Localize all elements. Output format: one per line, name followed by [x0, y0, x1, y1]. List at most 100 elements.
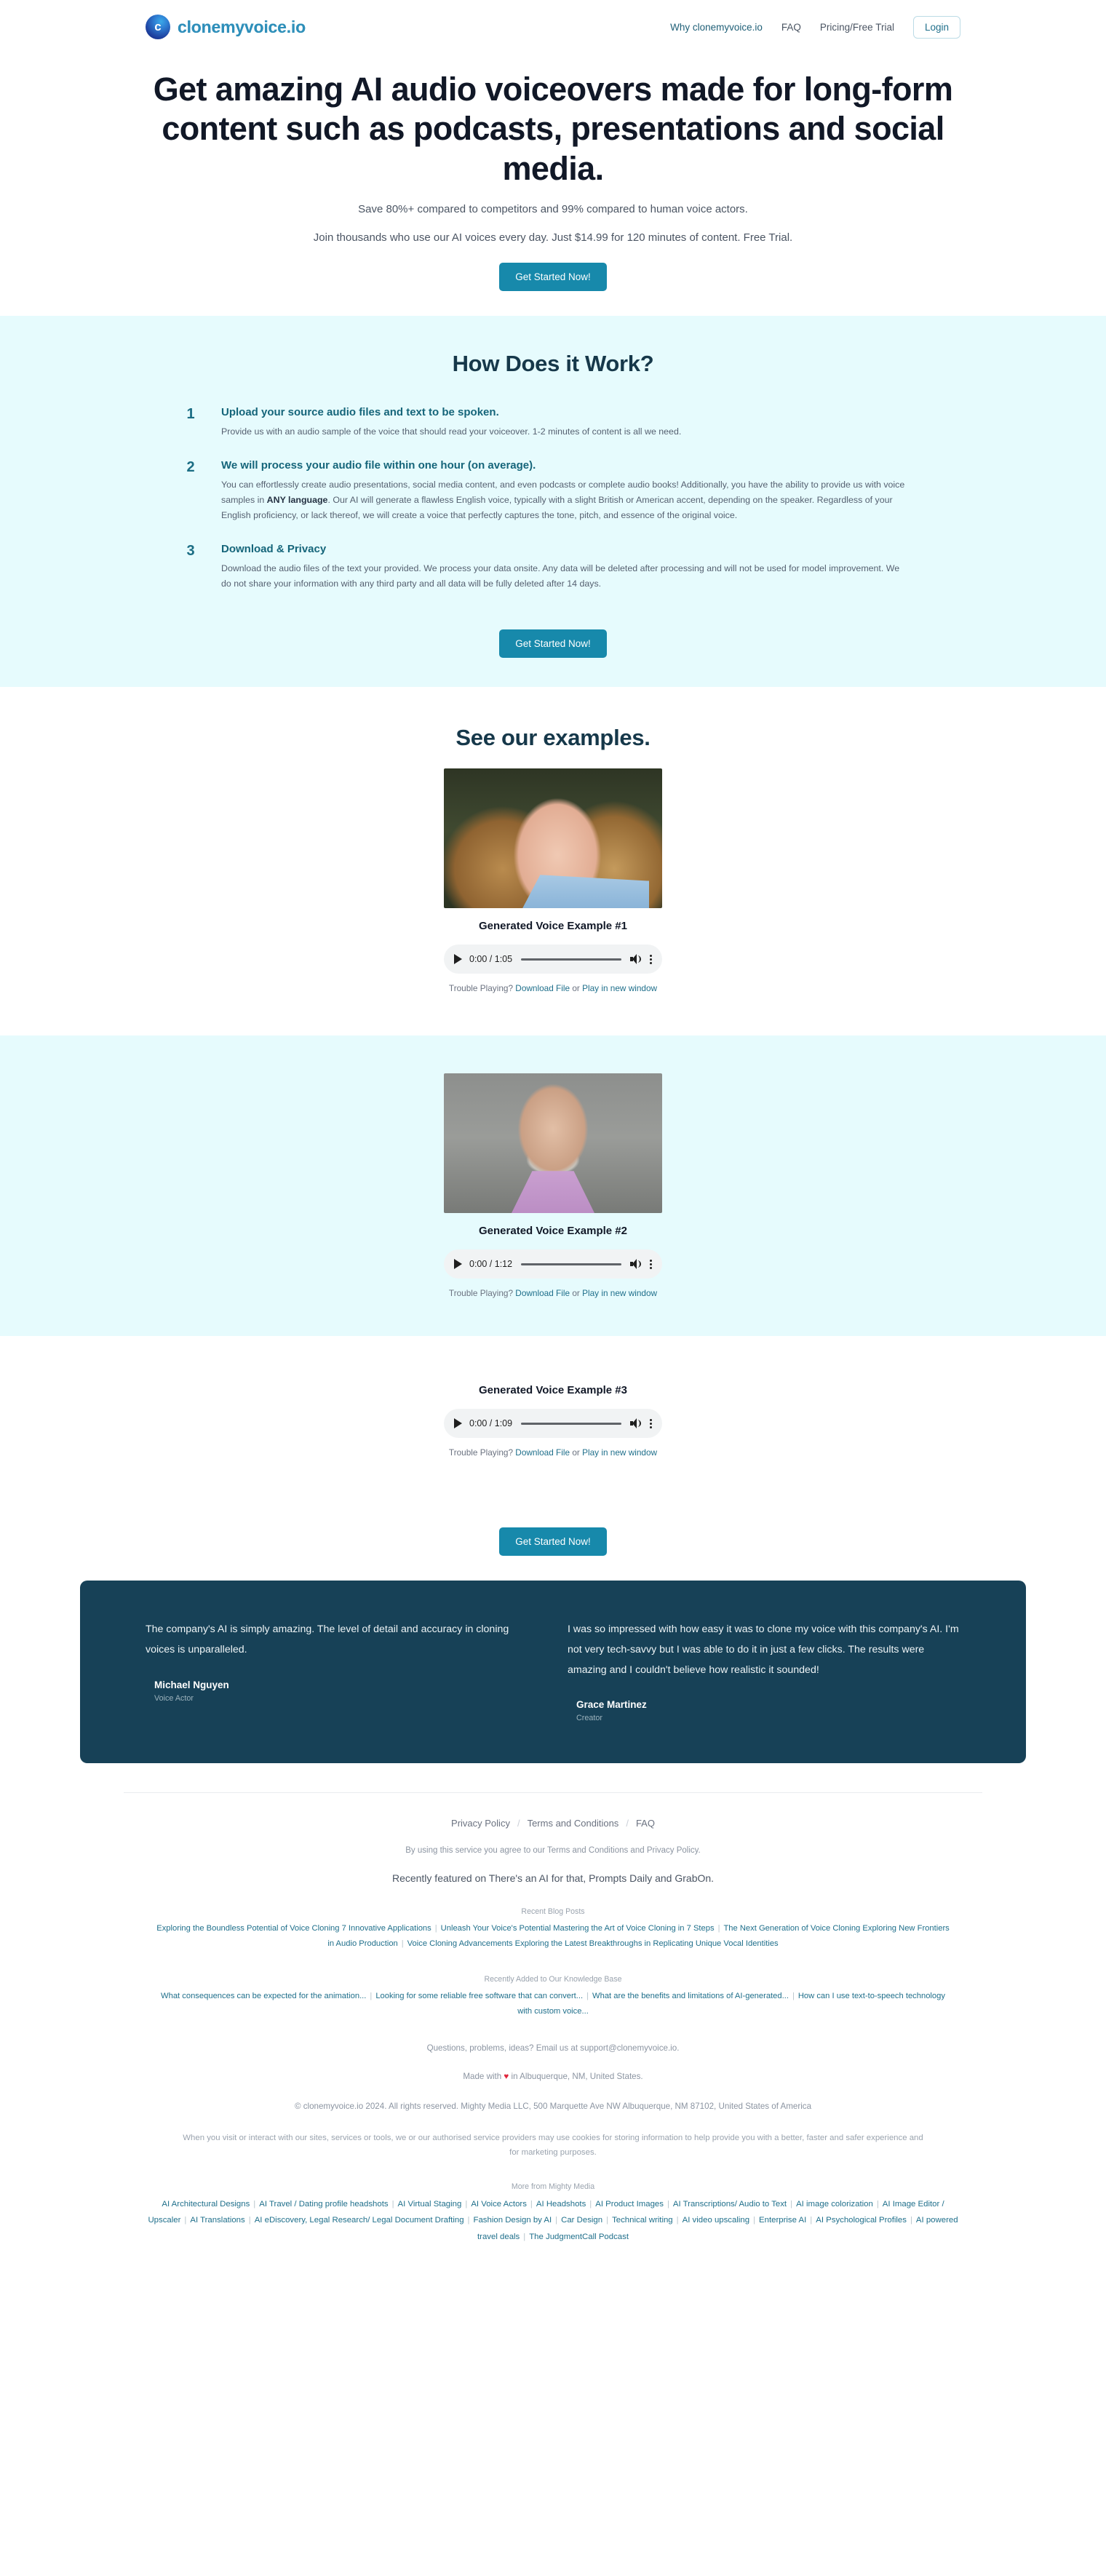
- more-link[interactable]: Car Design: [561, 2216, 602, 2225]
- play-icon[interactable]: [454, 1418, 462, 1429]
- volume-icon[interactable]: [630, 1259, 642, 1270]
- example-thumbnail-image: [444, 1073, 662, 1214]
- footer-sep: /: [517, 1818, 520, 1829]
- step-text-emphasis: ANY language: [266, 494, 328, 505]
- play-icon[interactable]: [454, 1259, 462, 1270]
- or-label: or: [570, 1288, 583, 1299]
- footer-more-title: More from Mighty Media: [511, 2182, 595, 2192]
- footer-more-links: AI Architectural Designs | AI Travel / Dat…: [148, 2200, 958, 2241]
- examples-cta-row: Get Started Now!: [0, 1487, 1106, 1581]
- blog-link[interactable]: Exploring the Boundless Potential of Voi…: [156, 1924, 431, 1933]
- step-title: Download & Privacy: [221, 542, 327, 555]
- step-number: 1: [186, 406, 195, 423]
- steps-list: 1 Upload your source audio files and tex…: [182, 406, 924, 592]
- more-options-icon[interactable]: [649, 1418, 652, 1428]
- footer-divider: [124, 1792, 982, 1794]
- testimonial-role: Voice Actor: [154, 1693, 194, 1703]
- step-item: 3 Download & Privacy Download the audio …: [182, 543, 924, 592]
- more-link[interactable]: AI Virtual Staging: [398, 2200, 462, 2209]
- play-new-window-link[interactable]: Play in new window: [582, 1288, 657, 1298]
- step-number: 2: [186, 458, 195, 475]
- hero-subtitle-savings: Save 80%+ compared to competitors and 99…: [358, 203, 748, 216]
- footer-link-terms[interactable]: Terms and Conditions: [528, 1818, 619, 1829]
- made-prefix: Made with: [463, 2072, 504, 2082]
- testimonial-card: The company's AI is simply amazing. The …: [146, 1620, 538, 1722]
- more-link[interactable]: Enterprise AI: [759, 2216, 806, 2225]
- volume-icon[interactable]: [630, 954, 642, 965]
- more-link[interactable]: AI eDiscovery, Legal Research/ Legal Doc…: [255, 2216, 464, 2225]
- more-link[interactable]: AI Voice Actors: [471, 2200, 527, 2209]
- example-label: Generated Voice Example #3: [479, 1384, 627, 1397]
- example-block-2: Generated Voice Example #2 0:00 / 1:12 T…: [0, 1035, 1106, 1337]
- footer-link-privacy[interactable]: Privacy Policy: [451, 1818, 510, 1829]
- example-label: Generated Voice Example #2: [479, 1225, 627, 1238]
- login-button[interactable]: Login: [912, 15, 960, 39]
- more-link[interactable]: AI Psychological Profiles: [816, 2216, 907, 2225]
- testimonial-author: Michael Nguyen: [154, 1679, 229, 1690]
- more-link[interactable]: AI video upscaling: [683, 2216, 749, 2225]
- download-file-link[interactable]: Download File: [515, 1288, 570, 1298]
- step-number: 3: [186, 542, 195, 559]
- audio-player[interactable]: 0:00 / 1:09: [444, 1409, 662, 1439]
- download-file-link[interactable]: Download File: [515, 1447, 570, 1458]
- audio-progress-slider[interactable]: [521, 958, 621, 961]
- more-options-icon[interactable]: [649, 1259, 652, 1269]
- more-options-icon[interactable]: [649, 954, 652, 964]
- nav-pricing[interactable]: Pricing/Free Trial: [820, 22, 894, 33]
- more-link[interactable]: Technical writing: [612, 2216, 673, 2225]
- testimonial-role: Creator: [576, 1714, 603, 1723]
- more-link[interactable]: The JudgmentCall Podcast: [529, 2233, 629, 2241]
- more-link[interactable]: AI image colorization: [796, 2200, 873, 2209]
- testimonial-quote: I was so impressed with how easy it was …: [568, 1623, 959, 1676]
- more-link[interactable]: AI Headshots: [536, 2200, 586, 2209]
- blog-link[interactable]: Unleash Your Voice's Potential Mastering…: [441, 1924, 715, 1933]
- more-link[interactable]: AI Product Images: [595, 2200, 664, 2209]
- nav-faq[interactable]: FAQ: [781, 22, 801, 33]
- step-title: Upload your source audio files and text …: [221, 406, 499, 419]
- footer-link-faq[interactable]: FAQ: [636, 1818, 655, 1829]
- audio-player[interactable]: 0:00 / 1:12: [444, 1249, 662, 1279]
- landing-page: clonemyvoice.io Why clonemyvoice.io FAQ …: [0, 0, 1106, 2274]
- footer-sep: /: [626, 1818, 629, 1829]
- how-it-works-title: How Does it Work?: [452, 351, 654, 377]
- footer-cookie-notice: When you visit or interact with our site…: [183, 2134, 923, 2158]
- hero-get-started-button[interactable]: Get Started Now!: [499, 263, 607, 292]
- site-footer: Privacy Policy / Terms and Conditions / FAQ …: [0, 1792, 1106, 2274]
- step-text-part: Download the audio files of the text you…: [221, 562, 900, 589]
- trouble-playing-row: Trouble Playing? Download File or Play i…: [0, 1288, 1106, 1298]
- hero-section: Get amazing AI audio voiceovers made for…: [0, 54, 1106, 317]
- examples-get-started-button[interactable]: Get Started Now!: [499, 1527, 607, 1557]
- example-label: Generated Voice Example #1: [479, 920, 627, 933]
- more-link[interactable]: AI Translations: [190, 2216, 244, 2225]
- more-link[interactable]: AI Transcriptions/ Audio to Text: [673, 2200, 787, 2209]
- step-text: Download the audio files of the text you…: [221, 561, 905, 592]
- brand-logo[interactable]: clonemyvoice.io: [146, 15, 306, 39]
- kb-link[interactable]: Looking for some reliable free software …: [375, 1992, 583, 2000]
- footer-blog-links: Exploring the Boundless Potential of Voi…: [156, 1924, 950, 1949]
- audio-progress-slider[interactable]: [521, 1422, 621, 1425]
- examples-section-header: See our examples.: [0, 687, 1106, 769]
- footer-blog-title: Recent Blog Posts: [521, 1907, 585, 1917]
- footer-made-with-row: Made with ♥ in Albuquerque, NM, United S…: [0, 2072, 1106, 2081]
- logo-circle-icon: [146, 15, 170, 39]
- more-link[interactable]: Fashion Design by AI: [474, 2216, 552, 2225]
- kb-link[interactable]: What consequences can be expected for th…: [161, 1992, 366, 2000]
- audio-progress-slider[interactable]: [521, 1263, 621, 1265]
- more-link[interactable]: AI Architectural Designs: [162, 2200, 250, 2209]
- download-file-link[interactable]: Download File: [515, 983, 570, 993]
- volume-icon[interactable]: [630, 1418, 642, 1429]
- how-get-started-button[interactable]: Get Started Now!: [499, 629, 607, 659]
- play-new-window-link[interactable]: Play in new window: [582, 1447, 657, 1458]
- play-icon[interactable]: [454, 954, 462, 965]
- site-header: clonemyvoice.io Why clonemyvoice.io FAQ …: [0, 0, 1106, 54]
- example-card: Generated Voice Example #1 0:00 / 1:05 T…: [0, 768, 1106, 993]
- audio-player[interactable]: 0:00 / 1:05: [444, 945, 662, 974]
- blog-link[interactable]: Voice Cloning Advancements Exploring the…: [407, 1939, 779, 1948]
- step-text: Provide us with an audio sample of the v…: [221, 424, 905, 440]
- trouble-playing-row: Trouble Playing? Download File or Play i…: [0, 1447, 1106, 1458]
- example-thumbnail-image: [444, 768, 662, 909]
- more-link[interactable]: AI Travel / Dating profile headshots: [259, 2200, 388, 2209]
- play-new-window-link[interactable]: Play in new window: [582, 983, 657, 993]
- kb-link[interactable]: What are the benefits and limitations of…: [592, 1992, 789, 2000]
- nav-why[interactable]: Why clonemyvoice.io: [670, 22, 763, 33]
